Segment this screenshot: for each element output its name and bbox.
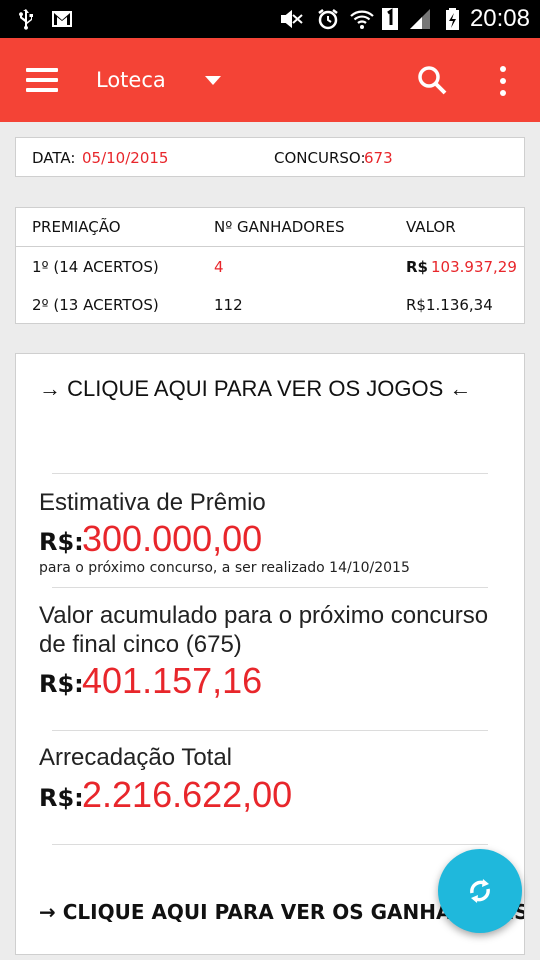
date-label: DATA: [32,149,76,167]
total-currency: R$: [39,784,84,812]
divider [52,844,488,845]
accumulated-currency: R$: [39,670,84,698]
app-title[interactable]: Loteca [96,68,166,92]
header-value: VALOR [406,218,456,236]
usb-icon [19,9,33,30]
accumulated-label-line2: de final cinco (675) [39,631,242,658]
view-games-link[interactable]: → CLIQUE AQUI PARA VER OS JOGOS ← [39,376,471,402]
row-amount: 103.937,29 [431,258,517,276]
prize-table: PREMIAÇÃO Nº GANHADORES VALOR 1º (14 ACE… [15,207,525,324]
alarm-icon [318,9,338,30]
wifi-icon [350,10,374,29]
accumulated-label-line1: Valor acumulado para o próximo concurso [39,602,489,629]
estimate-currency: R$: [39,528,84,556]
dropdown-icon[interactable] [205,76,221,85]
row-tier: 2º (13 ACERTOS) [32,296,159,314]
divider [52,587,488,588]
row-winners: 4 [214,258,224,276]
row-tier: 1º (14 ACERTOS) [32,258,159,276]
gmail-icon [52,11,72,27]
total-value: 2.216.622,00 [82,774,293,815]
estimate-value: 300.000,00 [82,518,263,559]
divider [52,730,488,731]
refresh-icon [470,879,490,903]
sim-icon [382,8,398,30]
search-icon[interactable] [416,64,448,96]
menu-icon[interactable] [26,68,58,92]
signal-icon [410,9,430,29]
divider [52,473,488,474]
estimate-note: para o próximo concurso, a ser realizado… [39,560,410,576]
contest-label: CONCURSO: [274,149,366,167]
clock: 20:08 [469,5,530,32]
row-currency: R$ [406,258,428,276]
accumulated-value: 401.157,16 [82,660,263,701]
estimate-label: Estimativa de Prêmio [39,489,266,516]
status-bar: 20:08 [0,0,540,38]
row-winners: 112 [214,296,243,314]
battery-icon [446,8,459,30]
draw-info-card: DATA: 05/10/2015 CONCURSO: 673 [15,137,525,177]
row-amount: R$1.136,34 [406,296,493,314]
header-winners: Nº GANHADORES [214,218,345,236]
total-label: Arrecadação Total [39,744,233,771]
date-value: 05/10/2015 [82,149,169,167]
app-bar: Loteca [0,38,540,122]
refresh-button[interactable] [438,849,522,933]
header-prize: PREMIAÇÃO [32,218,121,236]
overflow-icon[interactable] [498,66,508,96]
contest-value: 673 [364,149,393,167]
table-divider [16,246,524,247]
mute-icon [281,9,303,29]
